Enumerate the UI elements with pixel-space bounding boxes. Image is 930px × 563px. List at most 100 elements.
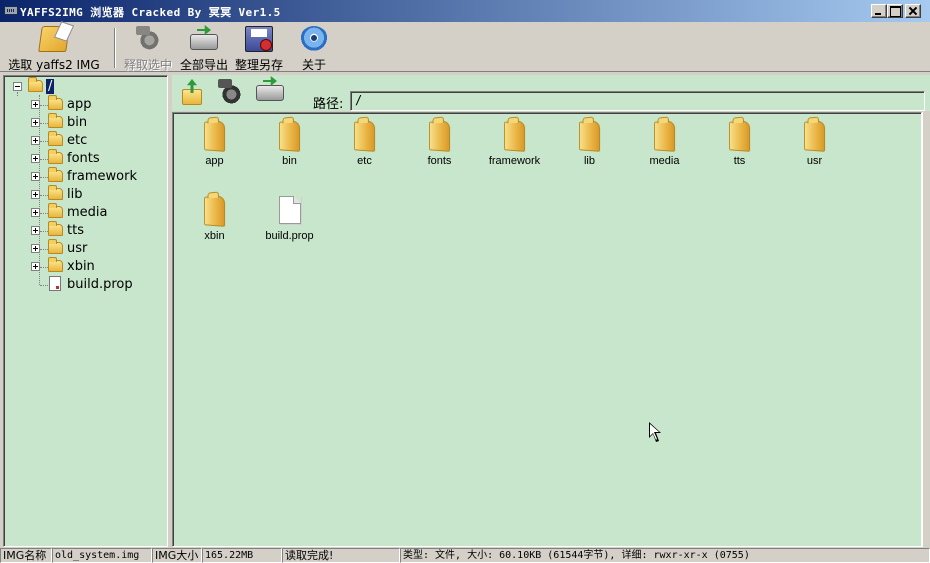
- status-img-size-label: IMG大小: [152, 548, 202, 563]
- tree-guide: [40, 105, 48, 106]
- file-item-app[interactable]: app: [177, 115, 252, 185]
- tree-item-usr[interactable]: usr: [4, 239, 164, 258]
- folder-icon: [48, 203, 63, 218]
- export-all-button[interactable]: 全部导出: [178, 24, 230, 72]
- tree-item-label: usr: [67, 241, 88, 256]
- open-img-button[interactable]: 选取 yaffs2 IMG: [4, 24, 104, 72]
- about-button[interactable]: 关于: [292, 24, 336, 72]
- file-item-framework[interactable]: framework: [477, 115, 552, 185]
- status-img-size-value: 165.22MB: [202, 548, 282, 563]
- tree-item-app[interactable]: app: [4, 95, 164, 114]
- folder-icon: [48, 221, 63, 236]
- folder-icon: [48, 185, 63, 200]
- close-button[interactable]: [905, 4, 921, 18]
- tree-item-etc[interactable]: etc: [4, 131, 164, 150]
- expand-toggle[interactable]: [31, 244, 40, 253]
- file-item-lib[interactable]: lib: [552, 115, 627, 185]
- file-name: bin: [282, 155, 297, 167]
- tree-item-label: fonts: [67, 151, 100, 166]
- app-icon: [4, 6, 18, 15]
- save-as-button[interactable]: 整理另存: [233, 24, 285, 72]
- path-input[interactable]: /: [350, 91, 925, 111]
- file-name: lib: [583, 155, 595, 167]
- folder-icon: [48, 167, 63, 182]
- expand-toggle[interactable]: [31, 226, 40, 235]
- folder-icon: [504, 120, 526, 152]
- tree-item-lib[interactable]: lib: [4, 185, 164, 204]
- tree-root-label: /: [46, 79, 55, 94]
- folder-icon: [28, 77, 43, 92]
- file-item-fonts[interactable]: fonts: [402, 115, 477, 185]
- tree-item-label: tts: [67, 223, 84, 238]
- drive-export-icon: [190, 34, 218, 50]
- status-bar: IMG名称 old_system.img IMG大小 165.22MB 读取完成…: [0, 548, 930, 563]
- status-img-name-label: IMG名称: [0, 548, 52, 563]
- disk-save-icon: [245, 26, 273, 52]
- folder-icon: [48, 131, 63, 146]
- file-item-usr[interactable]: usr: [777, 115, 852, 185]
- file-name: framework: [488, 155, 541, 167]
- tree-item-xbin[interactable]: xbin: [4, 257, 164, 276]
- tree-item-label: framework: [67, 169, 138, 184]
- gear-extract-icon[interactable]: [216, 79, 244, 107]
- tree-item-label: bin: [67, 115, 88, 130]
- expand-toggle[interactable]: [31, 208, 40, 217]
- file-item-etc[interactable]: etc: [327, 115, 402, 185]
- expand-toggle[interactable]: [31, 100, 40, 109]
- file-item-xbin[interactable]: xbin: [177, 190, 252, 260]
- tree-guide: [40, 213, 48, 214]
- file-list-view[interactable]: app bin etc fonts framework lib media tt…: [172, 112, 922, 547]
- folder-icon: [48, 113, 63, 128]
- tree-guide: [40, 231, 48, 232]
- file-item-media[interactable]: media: [627, 115, 702, 185]
- tree-item-label: xbin: [67, 259, 95, 274]
- tree-item-label: build.prop: [67, 277, 133, 292]
- tree-guide: [40, 141, 48, 142]
- expand-toggle[interactable]: [31, 190, 40, 199]
- window-title: YAFFS2IMG 浏览器 Cracked By 冥冥 Ver1.5: [20, 6, 281, 19]
- folder-up-icon[interactable]: [182, 89, 202, 105]
- tree-guide: [40, 177, 48, 178]
- expand-toggle[interactable]: [31, 172, 40, 181]
- extract-selected-button[interactable]: 释取选中: [122, 24, 174, 72]
- tree-item-label: lib: [67, 187, 83, 202]
- tree-item-tts[interactable]: tts: [4, 221, 164, 240]
- export-all-label: 全部导出: [179, 58, 228, 72]
- folder-icon: [354, 120, 376, 152]
- file-item-bin[interactable]: bin: [252, 115, 327, 185]
- tree-item-build-prop[interactable]: build.prop: [4, 276, 164, 294]
- status-message: 读取完成!: [282, 548, 400, 563]
- maximize-button[interactable]: [887, 4, 903, 18]
- tree-guide: [40, 249, 48, 250]
- title-bar[interactable]: YAFFS2IMG 浏览器 Cracked By 冥冥 Ver1.5: [0, 0, 930, 22]
- extract-selected-label: 释取选中: [123, 58, 172, 72]
- file-item-tts[interactable]: tts: [702, 115, 777, 185]
- tree-item-label: app: [67, 97, 92, 112]
- status-img-name-value: old_system.img: [52, 548, 152, 563]
- gear-extract-icon: [134, 26, 162, 52]
- folder-icon: [729, 120, 751, 152]
- tree-item-label: etc: [67, 133, 88, 148]
- tree-item-framework[interactable]: framework: [4, 167, 164, 186]
- expand-toggle[interactable]: [31, 262, 40, 271]
- file-name: usr: [806, 155, 823, 167]
- tree-item-fonts[interactable]: fonts: [4, 149, 164, 168]
- file-name: xbin: [204, 230, 225, 242]
- tree-guide: [40, 159, 48, 160]
- folder-icon: [279, 120, 301, 152]
- file-item-build-prop[interactable]: build.prop: [252, 190, 327, 260]
- expand-toggle[interactable]: [31, 118, 40, 127]
- collapse-toggle[interactable]: [13, 82, 22, 91]
- expand-toggle[interactable]: [31, 154, 40, 163]
- tree-item-bin[interactable]: bin: [4, 113, 164, 132]
- drive-export-icon[interactable]: [256, 85, 284, 101]
- directory-tree[interactable]: / app bin etc fonts framework lib media …: [3, 75, 168, 547]
- expand-toggle[interactable]: [31, 136, 40, 145]
- tree-root[interactable]: /: [4, 77, 164, 96]
- toolbar-separator: [114, 28, 116, 68]
- file-icon: [49, 276, 61, 291]
- tree-item-media[interactable]: media: [4, 203, 164, 222]
- minimize-button[interactable]: [871, 4, 887, 18]
- app-window: YAFFS2IMG 浏览器 Cracked By 冥冥 Ver1.5 选取 ya…: [0, 0, 930, 563]
- tree-guide: [40, 267, 48, 268]
